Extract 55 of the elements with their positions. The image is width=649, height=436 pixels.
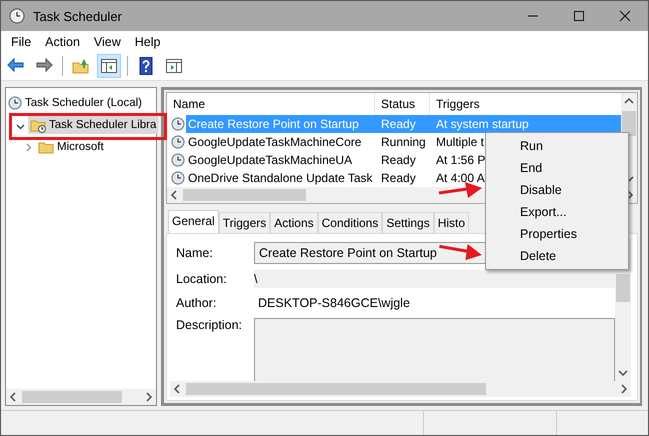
table-cell-text: Ready — [380, 117, 417, 131]
menu-item[interactable]: Properties — [486, 223, 628, 245]
menu-item[interactable]: End — [486, 157, 628, 179]
table-cell: OneDrive Standalone Update Task — [188, 171, 373, 185]
menu-item[interactable]: Disable — [486, 179, 628, 201]
clock-icon — [171, 117, 185, 131]
tab[interactable]: General — [168, 210, 219, 233]
table-cell: GoogleUpdateTaskMachineUA — [188, 153, 352, 167]
menu-item[interactable]: File — [4, 32, 38, 50]
table-cell: GoogleUpdateTaskMachineCore — [188, 135, 362, 149]
column-header[interactable]: Status — [375, 93, 430, 115]
tab[interactable]: Triggers — [218, 212, 270, 233]
clock-icon — [171, 135, 185, 149]
scroll-thumb[interactable] — [622, 111, 636, 136]
horizontal-scrollbar[interactable] — [170, 381, 631, 397]
horizontal-scrollbar[interactable] — [6, 389, 156, 405]
field-label: Location: — [176, 272, 228, 286]
menu-item[interactable]: Run — [486, 135, 628, 157]
tab[interactable]: Actions — [270, 212, 318, 233]
table-cell-text: At 1:56 P — [435, 153, 486, 167]
scroll-thumb[interactable] — [186, 383, 486, 395]
table-cell-text: Ready — [380, 171, 417, 185]
field-value: \ — [254, 270, 615, 288]
field-label: Description: — [176, 318, 243, 332]
column-header[interactable]: Triggers — [430, 93, 621, 115]
tree-item[interactable]: Task Scheduler (Local) — [6, 95, 144, 111]
tree-item[interactable]: Task Scheduler Libra — [28, 116, 158, 134]
clock-icon — [171, 153, 185, 167]
menu-item[interactable]: View — [86, 32, 128, 50]
table-cell-text: Ready — [380, 153, 417, 167]
table-cell-text: Multiple t — [435, 135, 484, 149]
window-title: Task Scheduler — [33, 8, 123, 24]
scroll-thumb[interactable] — [22, 391, 122, 403]
table-cell: Create Restore Point on Startup — [188, 117, 359, 131]
column-header[interactable]: Name — [167, 93, 375, 115]
menu-item[interactable]: Action — [38, 32, 87, 50]
pointer-arrow — [437, 181, 483, 201]
pane-toggle-icon[interactable] — [97, 54, 121, 78]
scroll-thumb[interactable] — [616, 274, 630, 302]
menu-item[interactable]: Help — [128, 32, 168, 50]
table-cell-text: At system startup — [435, 117, 529, 131]
field-value: DESKTOP-S846GCE\wjgle — [257, 295, 411, 312]
table-cell-text: Running — [380, 135, 427, 149]
clock-icon — [9, 8, 25, 24]
tab[interactable]: Settings — [382, 212, 434, 233]
clock-icon — [8, 96, 22, 110]
menu-item[interactable]: Export... — [486, 201, 628, 223]
field-label: Author: — [176, 296, 218, 310]
tree-item[interactable]: Microsoft — [36, 138, 106, 156]
field-label: Name: — [176, 246, 214, 260]
tab[interactable]: Conditions — [318, 212, 382, 233]
clock-icon — [171, 171, 185, 185]
table-cell-text: At 4:00 A — [435, 171, 485, 185]
scroll-thumb[interactable] — [183, 189, 306, 201]
tab[interactable]: Histo — [434, 212, 470, 233]
